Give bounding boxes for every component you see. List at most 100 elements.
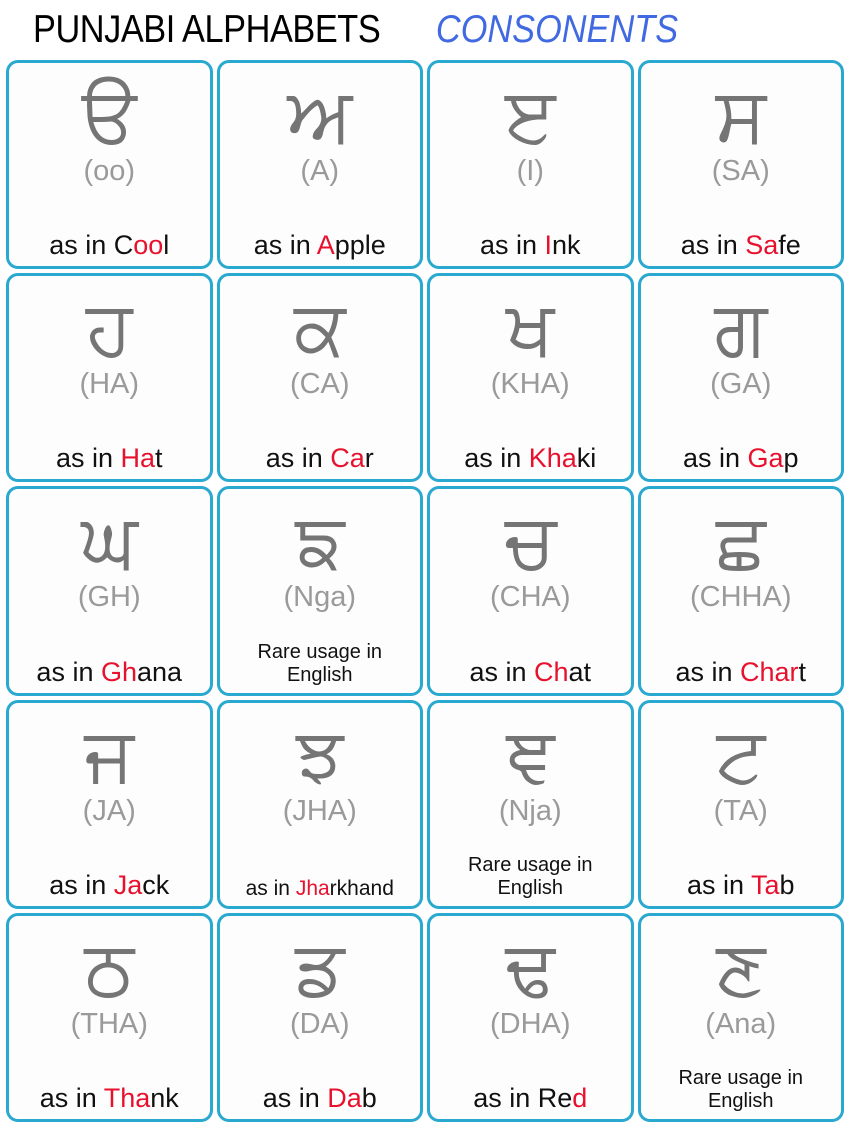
example-highlight: Sa (745, 230, 779, 261)
example-highlight: Ha (120, 443, 156, 474)
example-highlight: Ch (534, 656, 569, 687)
letter-card[interactable]: ਚ (CHA) as in Chat (427, 486, 634, 696)
example-word: as in Khaki (430, 443, 631, 474)
letter-card[interactable]: ੳ (oo) as in Cool (6, 60, 213, 270)
letter-card[interactable]: ਠ (THA) as in Thank (6, 912, 213, 1122)
letter-card[interactable]: ਟ (TA) as in Tab (637, 699, 844, 909)
example-highlight: Da (327, 1082, 362, 1113)
romanization-label: (GA) (710, 368, 772, 401)
letter-card[interactable]: ਞ (Nja) Rare usage in English (427, 699, 634, 909)
punjabi-letter-glyph: ਣ (716, 922, 766, 1012)
rare-usage-line: Rare usage in (467, 853, 593, 876)
letter-card[interactable]: ਅ (A) as in Apple (216, 60, 423, 270)
example-word: as in Gap (641, 443, 842, 474)
punjabi-letter-glyph: ਗ (714, 283, 768, 373)
punjabi-letter-glyph: ੲ (504, 70, 556, 159)
romanization-label: (TA) (713, 794, 768, 827)
romanization-label: (GH) (77, 581, 141, 614)
romanization-label: (Ana) (705, 1007, 777, 1040)
example-word: as in Tab (641, 870, 842, 901)
example-highlight: oo (133, 230, 164, 261)
example-word: as in Car (220, 443, 421, 474)
example-highlight: Ca (330, 443, 365, 474)
letter-card[interactable]: ਣ (Ana) Rare usage in English (637, 912, 844, 1122)
example-suffix: at (568, 656, 592, 687)
rare-usage-line: Rare usage in (678, 1066, 804, 1089)
example-suffix: nk (150, 1082, 179, 1113)
example-highlight: Gh (100, 656, 137, 687)
letter-card[interactable]: ਸ (SA) as in Safe (637, 60, 844, 270)
example-prefix: as in (49, 869, 114, 900)
example-suffix: r (364, 443, 374, 474)
punjabi-letter-glyph: ਠ (84, 922, 135, 1012)
example-prefix: as in (464, 443, 529, 474)
example-prefix: as in (36, 656, 101, 687)
letter-card[interactable]: ਗ (GA) as in Gap (637, 273, 844, 483)
punjabi-letter-glyph: ਡ (295, 922, 345, 1012)
rare-usage-note: Rare usage in English (641, 1067, 842, 1113)
rare-usage-line: English (497, 876, 564, 899)
example-word: as in Chart (641, 657, 842, 688)
letter-card[interactable]: ਙ (Nga) Rare usage in English (216, 486, 423, 696)
letter-card[interactable]: ੲ (I) as in Ink (427, 60, 634, 270)
punjabi-letter-glyph: ਹ (85, 283, 133, 373)
punjabi-letter-glyph: ਞ (505, 709, 555, 799)
example-prefix: as in (675, 656, 740, 687)
romanization-label: (DHA) (489, 1007, 571, 1040)
punjabi-letter-glyph: ਕ (293, 283, 346, 373)
example-prefix: as in Re (473, 1082, 573, 1113)
letter-card[interactable]: ਛ (CHHA) as in Chart (637, 486, 844, 696)
letter-card[interactable]: ਘ (GH) as in Ghana (6, 486, 213, 696)
romanization-label: (CA) (289, 368, 350, 401)
example-word: as in Chat (430, 657, 631, 688)
example-prefix: as in (245, 876, 296, 900)
example-prefix: as in (253, 230, 317, 261)
punjabi-letter-glyph: ਢ (505, 922, 556, 1012)
page-title: PUNJABI ALPHABETS (33, 8, 381, 51)
page-header: PUNJABI ALPHABETS CONSONENTS (0, 0, 850, 60)
example-prefix: as in (39, 1082, 104, 1113)
punjabi-letter-glyph: ਝ (295, 709, 344, 799)
rare-usage-note: Rare usage in English (430, 854, 631, 900)
example-suffix: ki (576, 443, 597, 474)
punjabi-letter-glyph: ੳ (81, 70, 137, 159)
example-highlight: I (544, 230, 553, 261)
example-word: as in Ghana (9, 657, 210, 688)
romanization-label: (JA) (82, 794, 136, 827)
example-word: as in Thank (9, 1083, 210, 1114)
example-prefix: as in C (49, 230, 134, 261)
example-prefix: as in (265, 443, 331, 474)
romanization-label: (Nja) (498, 794, 562, 827)
example-prefix: as in (680, 230, 746, 261)
romanization-label: (THA) (70, 1007, 148, 1040)
example-suffix: b (361, 1082, 377, 1113)
example-word: as in Jharkhand (220, 877, 421, 901)
example-suffix: t (155, 443, 163, 474)
punjabi-letter-glyph: ਸ (715, 70, 767, 159)
letter-card[interactable]: ਜ (JA) as in Jack (6, 699, 213, 909)
example-highlight: Ga (747, 443, 784, 474)
example-highlight: d (572, 1082, 588, 1113)
example-word: as in Red (430, 1083, 631, 1114)
letter-card[interactable]: ਖ (KHA) as in Khaki (427, 273, 634, 483)
rare-usage-line: English (286, 663, 353, 686)
example-highlight: Kha (528, 443, 577, 474)
example-word: as in Dab (220, 1083, 421, 1114)
romanization-label: (oo) (83, 155, 136, 187)
romanization-label: (SA) (711, 155, 770, 187)
punjabi-letter-glyph: ਛ (715, 496, 766, 586)
example-prefix: as in (55, 443, 121, 474)
letter-card[interactable]: ਝ (JHA) as in Jharkhand (216, 699, 423, 909)
letter-card[interactable]: ਹ (HA) as in Hat (6, 273, 213, 483)
letter-card[interactable]: ਕ (CA) as in Car (216, 273, 423, 483)
rare-usage-note: Rare usage in English (220, 641, 421, 687)
example-word: as in Jack (9, 870, 210, 901)
alphabet-grid: ੳ (oo) as in Cool ਅ (A) as in Apple ੲ (I) as in … (0, 60, 850, 1126)
example-suffix: pple (334, 230, 386, 261)
punjabi-letter-glyph: ਖ (506, 283, 555, 373)
example-suffix: b (779, 869, 795, 900)
letter-card[interactable]: ਢ (DHA) as in Red (427, 912, 634, 1122)
example-word: as in Safe (641, 230, 842, 261)
letter-card[interactable]: ਡ (DA) as in Dab (216, 912, 423, 1122)
romanization-label: (CHA) (489, 581, 571, 614)
